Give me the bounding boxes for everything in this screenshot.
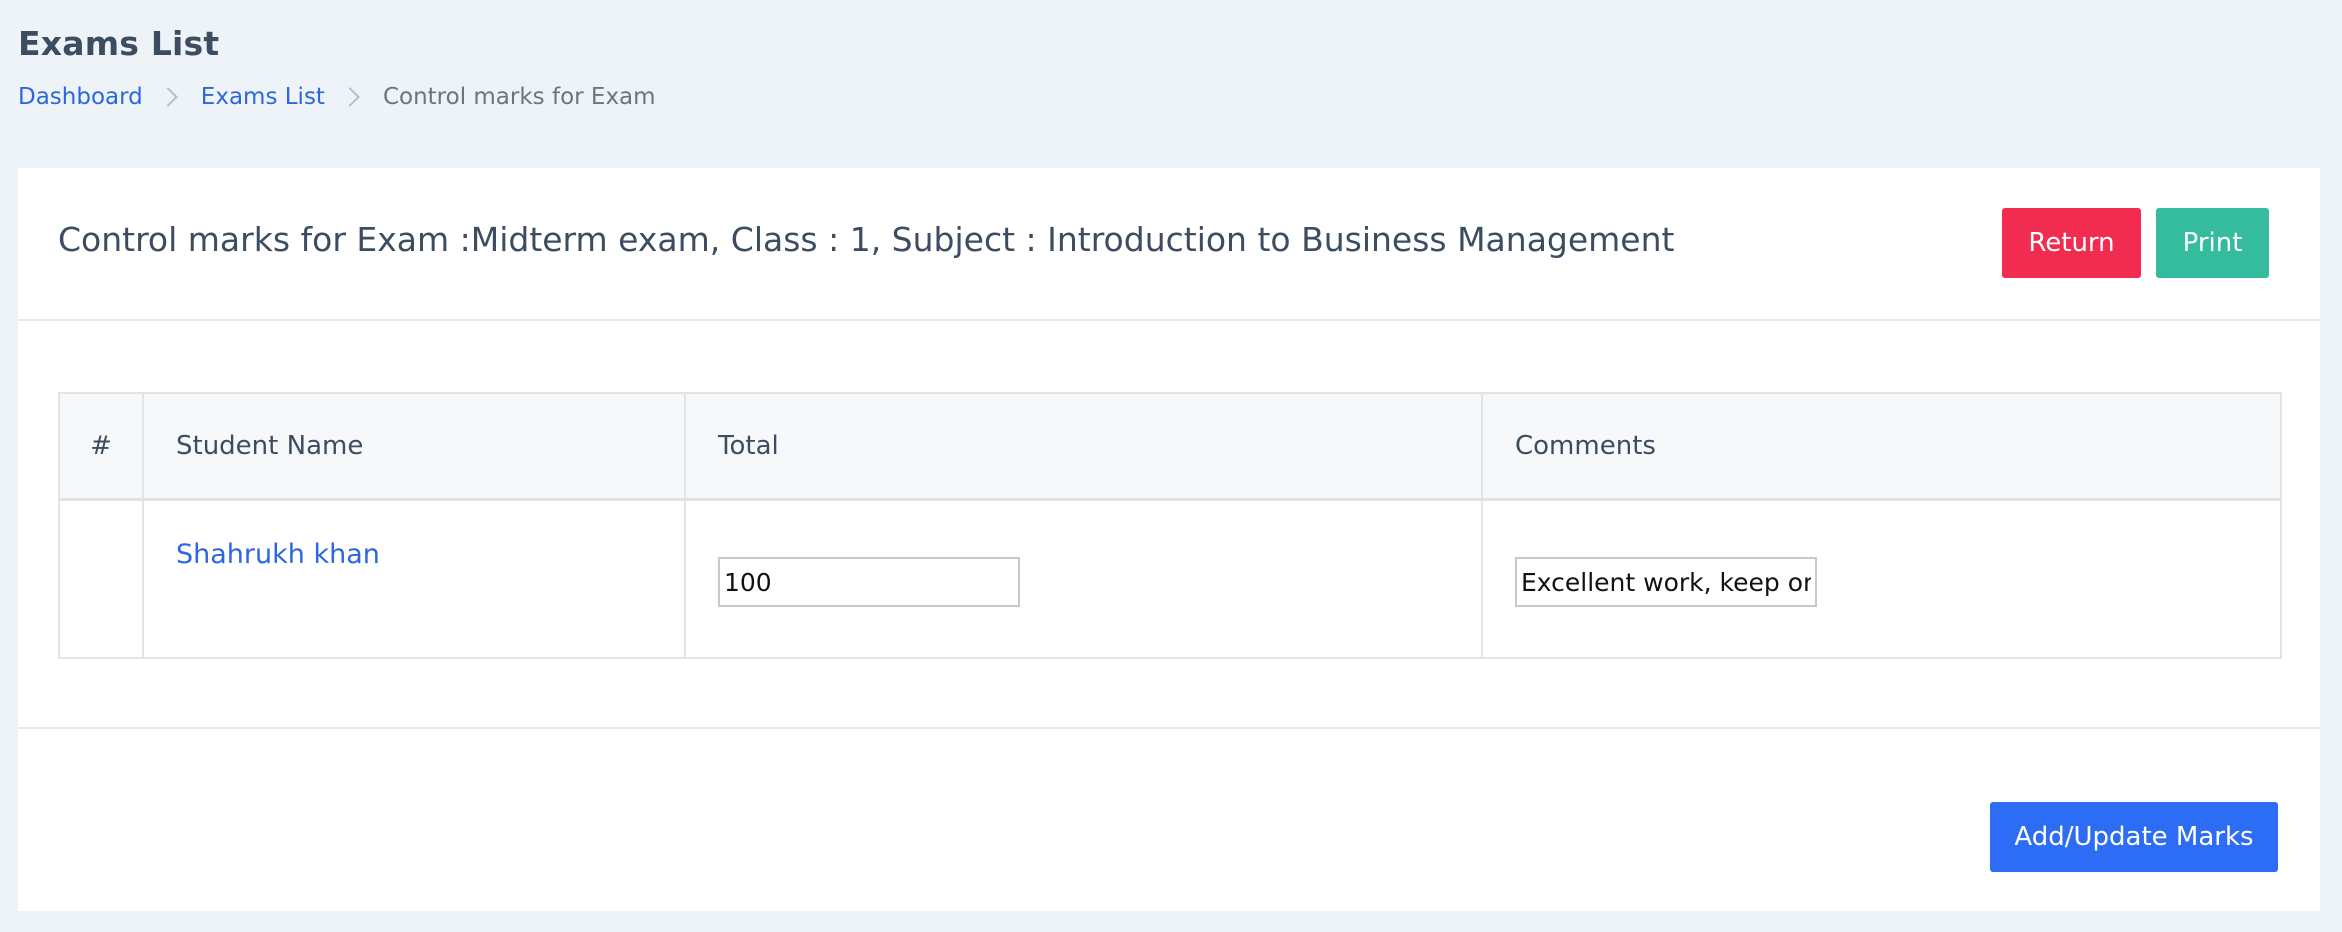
column-header-comments: Comments — [1481, 392, 2282, 501]
column-header-index: # — [58, 392, 144, 501]
student-name-cell: Shahrukh khan — [142, 498, 686, 659]
return-button[interactable]: Return — [2002, 208, 2141, 278]
page-title: Exams List — [18, 24, 220, 63]
chevron-right-icon — [340, 87, 360, 107]
comment-input[interactable] — [1515, 557, 1817, 607]
table-row: Shahrukh khan — [58, 498, 2282, 659]
card-header: Control marks for Exam :Midterm exam, Cl… — [18, 168, 2320, 321]
comments-cell — [1481, 498, 2282, 659]
student-name-link[interactable]: Shahrukh khan — [176, 539, 380, 570]
breadcrumb: Dashboard Exams List Control marks for E… — [18, 84, 656, 110]
marks-card: Control marks for Exam :Midterm exam, Cl… — [18, 168, 2320, 911]
column-header-total: Total — [684, 392, 1483, 501]
marks-table-container: # Student Name Total Comments Shahrukh k… — [58, 392, 2282, 659]
marks-table: # Student Name Total Comments Shahrukh k… — [58, 392, 2282, 659]
breadcrumb-current: Control marks for Exam — [382, 84, 656, 110]
total-input[interactable] — [718, 557, 1020, 607]
card-footer-divider — [18, 727, 2320, 729]
print-button[interactable]: Print — [2156, 208, 2269, 278]
breadcrumb-exams-list-link[interactable]: Exams List — [201, 84, 325, 110]
chevron-right-icon — [157, 87, 178, 107]
column-header-student-name: Student Name — [142, 392, 686, 501]
table-header-row: # Student Name Total Comments — [58, 392, 2282, 501]
row-index-cell — [58, 498, 144, 659]
card-title: Control marks for Exam :Midterm exam, Cl… — [58, 220, 1675, 259]
breadcrumb-dashboard-link[interactable]: Dashboard — [18, 84, 143, 110]
total-cell — [684, 498, 1483, 659]
add-update-marks-button[interactable]: Add/Update Marks — [1990, 802, 2278, 872]
